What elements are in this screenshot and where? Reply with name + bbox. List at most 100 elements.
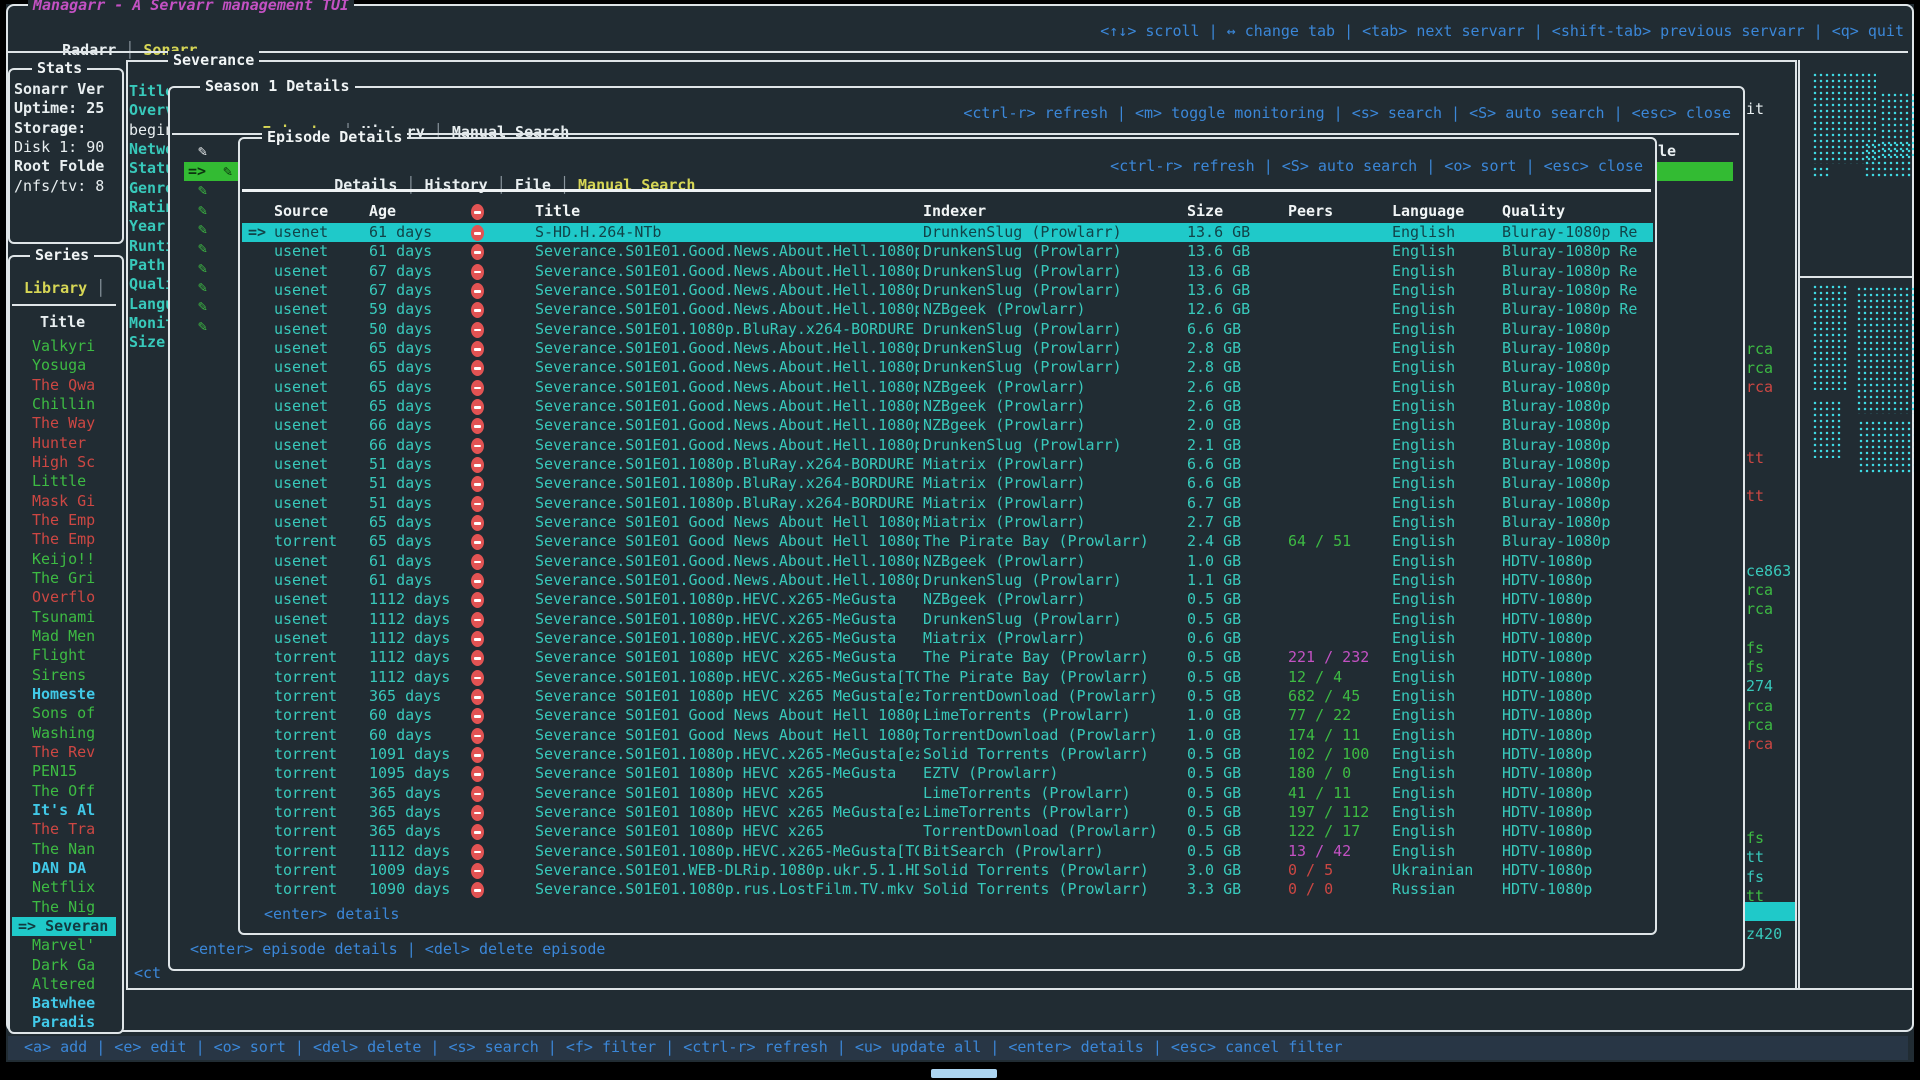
table-row[interactable]: usenet65 daysSeverance S01E01 Good News … [242, 513, 1653, 532]
table-row[interactable]: torrent1009 daysSeverance.S01E01.WEB-DLR… [242, 861, 1653, 880]
cell-size: 3.3 GB [1187, 880, 1283, 899]
reject-icon [471, 880, 511, 899]
series-list-item[interactable]: The Tra [12, 820, 116, 839]
cell-quality: HDTV-1080p [1502, 822, 1650, 841]
series-list-item[interactable]: Tsunami [12, 608, 116, 627]
monitor-toggle-icon[interactable]: ✎ [198, 317, 207, 336]
series-list-item[interactable]: Flight [12, 646, 116, 665]
column-header-age: Age [369, 202, 469, 221]
table-row[interactable]: usenet50 daysSeverance.S01E01.1080p.BluR… [242, 320, 1653, 339]
cell-quality: Bluray-1080p [1502, 513, 1650, 532]
table-row[interactable]: torrent1112 daysSeverance.S01E01.1080p.H… [242, 668, 1653, 687]
table-row[interactable]: usenet51 daysSeverance.S01E01.1080p.BluR… [242, 455, 1653, 474]
monitor-toggle-icon[interactable]: ✎ [198, 259, 207, 278]
table-row[interactable]: usenet67 daysSeverance.S01E01.Good.News.… [242, 281, 1653, 300]
series-list-item[interactable]: The Rev [12, 743, 116, 762]
table-row[interactable]: torrent1095 daysSeverance S01E01 1080p H… [242, 764, 1653, 783]
table-row[interactable]: torrent65 daysSeverance S01E01 Good News… [242, 532, 1653, 551]
series-list-item[interactable]: Washing [12, 724, 116, 743]
table-row[interactable]: torrent365 daysSeverance S01E01 1080p HE… [242, 784, 1653, 803]
cell-source: torrent [274, 803, 366, 822]
table-row[interactable]: usenet1112 daysSeverance.S01E01.1080p.HE… [242, 629, 1653, 648]
series-list-item[interactable]: PEN15 [12, 762, 116, 781]
monitor-toggle-icon[interactable]: ✎ [198, 278, 207, 297]
series-list-item[interactable]: The Nig [12, 898, 116, 917]
series-list-item[interactable]: Overflo [12, 588, 116, 607]
series-list-item[interactable]: Mask Gi [12, 492, 116, 511]
table-row[interactable]: usenet65 daysSeverance.S01E01.Good.News.… [242, 378, 1653, 397]
series-list-item[interactable]: => Severan [12, 917, 116, 936]
series-list-item[interactable]: The Qwa [12, 376, 116, 395]
cell-age: 66 days [369, 416, 469, 435]
table-row[interactable]: usenet66 daysSeverance.S01E01.Good.News.… [242, 416, 1653, 435]
reject-icon [471, 842, 511, 861]
series-list-item[interactable]: Homeste [12, 685, 116, 704]
table-row[interactable]: usenet66 daysSeverance.S01E01.Good.News.… [242, 436, 1653, 455]
series-list-item[interactable]: The Off [12, 782, 116, 801]
table-row[interactable]: usenet51 daysSeverance.S01E01.1080p.BluR… [242, 474, 1653, 493]
series-list-item[interactable]: The Emp [12, 511, 116, 530]
cell-indexer: DrunkenSlug (Prowlarr) [923, 571, 1183, 590]
table-row[interactable]: usenet59 daysSeverance.S01E01.Good.News.… [242, 300, 1653, 319]
monitor-toggle-icon[interactable]: ✎ [198, 201, 207, 220]
series-list-item[interactable]: The Nan [12, 840, 116, 859]
table-row[interactable]: torrent1112 daysSeverance.S01E01.1080p.H… [242, 842, 1653, 861]
table-row[interactable]: torrent365 daysSeverance S01E01 1080p HE… [242, 822, 1653, 841]
table-row[interactable]: usenet65 daysSeverance.S01E01.Good.News.… [242, 397, 1653, 416]
cell-peers: 122 / 17 [1288, 822, 1388, 841]
series-library-tab[interactable]: Library │ [24, 279, 105, 298]
table-row[interactable]: usenet1112 daysSeverance.S01E01.1080p.HE… [242, 610, 1653, 629]
table-row[interactable]: =>usenet61 daysS-HD.H.264-NTbDrunkenSlug… [242, 223, 1653, 242]
series-list-item[interactable]: Marvel' [12, 936, 116, 955]
series-list-item[interactable]: Keijo!! [12, 550, 116, 569]
table-row[interactable]: usenet61 daysSeverance.S01E01.Good.News.… [242, 571, 1653, 590]
series-list-item[interactable]: The Gri [12, 569, 116, 588]
table-row[interactable]: usenet51 daysSeverance.S01E01.1080p.BluR… [242, 494, 1653, 513]
series-list-item[interactable]: Sirens [12, 666, 116, 685]
monitor-toggle-icon[interactable]: ✎ [198, 220, 207, 239]
cell-age: 65 days [369, 339, 469, 358]
reject-icon [471, 281, 511, 300]
cell-age: 1091 days [369, 745, 469, 764]
series-list-item[interactable]: Mad Men [12, 627, 116, 646]
series-list-item[interactable]: Paradis [12, 1013, 116, 1032]
cell-title: Severance.S01E01.Good.News.About.Hell.10… [535, 436, 919, 455]
table-row[interactable]: usenet67 daysSeverance.S01E01.Good.News.… [242, 262, 1653, 281]
series-list-item[interactable]: Hunter [12, 434, 116, 453]
series-list-item[interactable]: Chillin [12, 395, 116, 414]
table-row[interactable]: torrent365 daysSeverance S01E01 1080p HE… [242, 687, 1653, 706]
series-list-item[interactable]: Dark Ga [12, 956, 116, 975]
series-list-item[interactable]: Little [12, 472, 116, 491]
series-list-item[interactable]: Altered [12, 975, 116, 994]
monitor-toggle-icon[interactable]: ✎ [198, 181, 207, 200]
series-list-item[interactable]: Valkyri [12, 337, 116, 356]
reject-icon [471, 803, 511, 822]
series-list-item[interactable]: Sons of [12, 704, 116, 723]
table-row[interactable]: usenet1112 daysSeverance.S01E01.1080p.HE… [242, 590, 1653, 609]
cell-indexer: TorrentDownload (Prowlarr) [923, 687, 1183, 706]
table-row[interactable]: usenet61 daysSeverance.S01E01.Good.News.… [242, 242, 1653, 261]
table-row[interactable]: usenet61 daysSeverance.S01E01.Good.News.… [242, 552, 1653, 571]
monitor-toggle-icon[interactable]: ✎ [215, 162, 232, 180]
series-list-item[interactable]: High Sc [12, 453, 116, 472]
monitor-toggle-icon[interactable]: ✎ [198, 239, 207, 258]
series-list-item[interactable]: Batwhee [12, 994, 116, 1013]
series-list-item[interactable]: The Way [12, 414, 116, 433]
table-row[interactable]: torrent60 daysSeverance S01E01 Good News… [242, 726, 1653, 745]
table-row[interactable]: usenet65 daysSeverance.S01E01.Good.News.… [242, 358, 1653, 377]
series-list-item[interactable]: It's Al [12, 801, 116, 820]
series-list-item[interactable]: DAN DA [12, 859, 116, 878]
table-row[interactable]: torrent1112 daysSeverance S01E01 1080p H… [242, 648, 1653, 667]
series-list-item[interactable]: The Emp [12, 530, 116, 549]
monitor-toggle-icon[interactable]: ✎ [198, 297, 207, 316]
table-row[interactable]: torrent60 daysSeverance S01E01 Good News… [242, 706, 1653, 725]
series-list-item[interactable]: Yosuga [12, 356, 116, 375]
table-row[interactable]: torrent1091 daysSeverance.S01E01.1080p.H… [242, 745, 1653, 764]
right-edge-fragment: rca [1746, 716, 1773, 735]
series-list-item[interactable]: Netflix [12, 878, 116, 897]
table-row[interactable]: torrent1090 daysSeverance.S01E01.1080p.r… [242, 880, 1653, 899]
cell-title: Severance.S01E01.Good.News.About.Hell.10… [535, 281, 919, 300]
table-row[interactable]: usenet65 daysSeverance.S01E01.Good.News.… [242, 339, 1653, 358]
table-row[interactable]: torrent365 daysSeverance S01E01 1080p HE… [242, 803, 1653, 822]
cell-source: usenet [274, 358, 366, 377]
